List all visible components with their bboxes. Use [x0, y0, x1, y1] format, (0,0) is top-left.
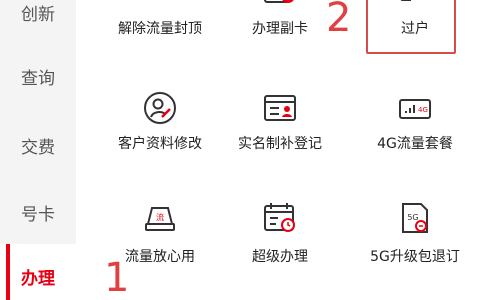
realname-register-icon [264, 95, 296, 121]
fu-badge-text: 副 [284, 0, 292, 1]
liu-badge-text: 流 [156, 212, 164, 222]
tile-label: 5G升级包退订 [370, 249, 460, 265]
4g-data-plan-icon: 4G [399, 99, 431, 119]
category-sidebar: 创新 查询 交费 号卡 办理 [0, 0, 76, 300]
annotation-highlight-box [366, 0, 456, 54]
super-handle-icon [264, 203, 295, 232]
edit-profile-icon [144, 92, 176, 124]
5g-badge-text: 5G [407, 213, 418, 222]
sidebar-item-query[interactable]: 查询 [0, 64, 76, 89]
5g-upgrade-unsubscribe-icon: 5G [402, 203, 428, 233]
worry-free-data-icon: 流 [145, 207, 175, 231]
secondary-card-icon: 副 [264, 0, 294, 3]
tile-label: 客户资料修改 [118, 136, 202, 152]
tile-label: 超级办理 [252, 249, 308, 265]
sidebar-item-sim-card[interactable]: 号卡 [0, 200, 76, 225]
sidebar-item-payment[interactable]: 交费 [0, 133, 76, 158]
4g-badge-text: 4G [418, 106, 428, 114]
sidebar-item-innovation[interactable]: 创新 [0, 0, 76, 25]
annotation-step-1: 1 [104, 255, 130, 300]
annotation-step-2: 2 [326, 0, 352, 41]
tile-label: 4G流量套餐 [377, 136, 453, 152]
sidebar-active-indicator [6, 244, 10, 300]
tile-label: 解除流量封顶 [118, 21, 202, 37]
tile-label: 实名制补登记 [238, 136, 322, 152]
sidebar-item-handle[interactable]: 办理 [0, 244, 76, 300]
